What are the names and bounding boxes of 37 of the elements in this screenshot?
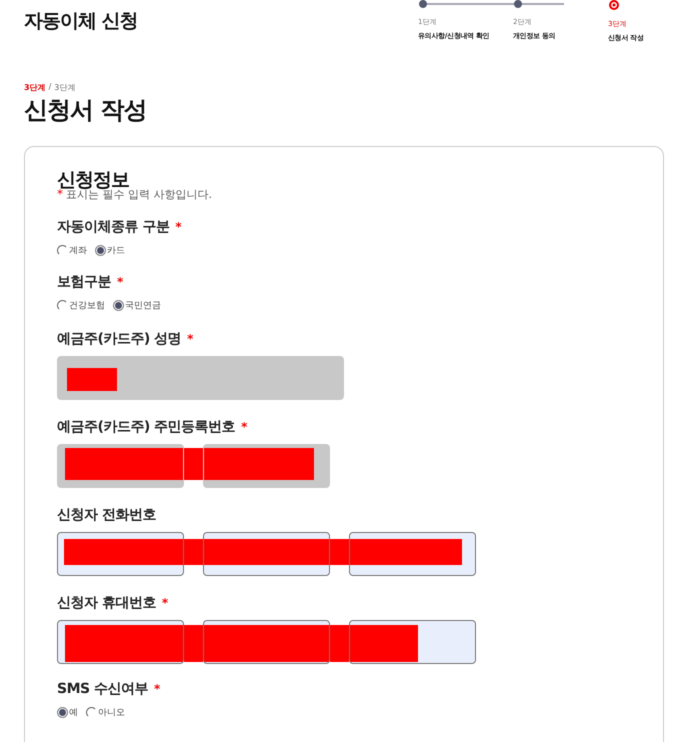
input-field[interactable] — [203, 532, 330, 576]
radio-option[interactable]: 예 — [57, 706, 78, 719]
field-label: 예금주(카드주) 성명 — [57, 330, 182, 348]
radio-option[interactable]: 건강보험 — [57, 299, 105, 312]
input-field[interactable] — [57, 620, 184, 664]
field-label: 신청자 휴대번호 — [57, 594, 156, 612]
page-title: 자동이체 신청 — [24, 9, 138, 34]
field-label: 신청자 전화번호 — [57, 506, 156, 524]
required-note: 표시는 필수 입력 사항입니다. — [66, 188, 212, 202]
required-mark: * — [154, 682, 160, 696]
required-mark: * — [162, 596, 168, 610]
redaction-block — [330, 539, 349, 565]
section-title: 신청정보 — [57, 169, 129, 191]
field-label: 보험구분 — [57, 273, 111, 291]
input-field[interactable] — [349, 620, 476, 664]
radio-option[interactable]: 아니오 — [86, 706, 125, 719]
field-label: SMS 수신여부 — [57, 680, 148, 698]
redaction-block — [184, 625, 203, 662]
current-step: 3단계 — [24, 82, 46, 93]
redaction-block — [184, 539, 203, 565]
required-mark: * — [175, 220, 182, 234]
input-field[interactable] — [203, 620, 330, 664]
required-mark: * — [187, 332, 193, 346]
input-field[interactable] — [57, 532, 184, 576]
field-label: 자동이체종류 구분 — [57, 218, 170, 236]
total-steps: 3단계 — [54, 82, 76, 93]
required-mark: * — [117, 275, 123, 289]
required-mark: * — [241, 420, 247, 434]
redaction-block — [330, 625, 349, 662]
step-separator: / — [48, 82, 52, 93]
redaction-block — [184, 448, 203, 480]
radio-option[interactable]: 카드 — [95, 244, 125, 257]
field-label: 예금주(카드주) 주민등록번호 — [57, 418, 236, 436]
input-field[interactable] — [349, 532, 476, 576]
page-heading: 신청서 작성 — [24, 95, 148, 126]
radio-option[interactable]: 계좌 — [57, 244, 87, 257]
radio-option[interactable]: 국민연금 — [113, 299, 161, 312]
